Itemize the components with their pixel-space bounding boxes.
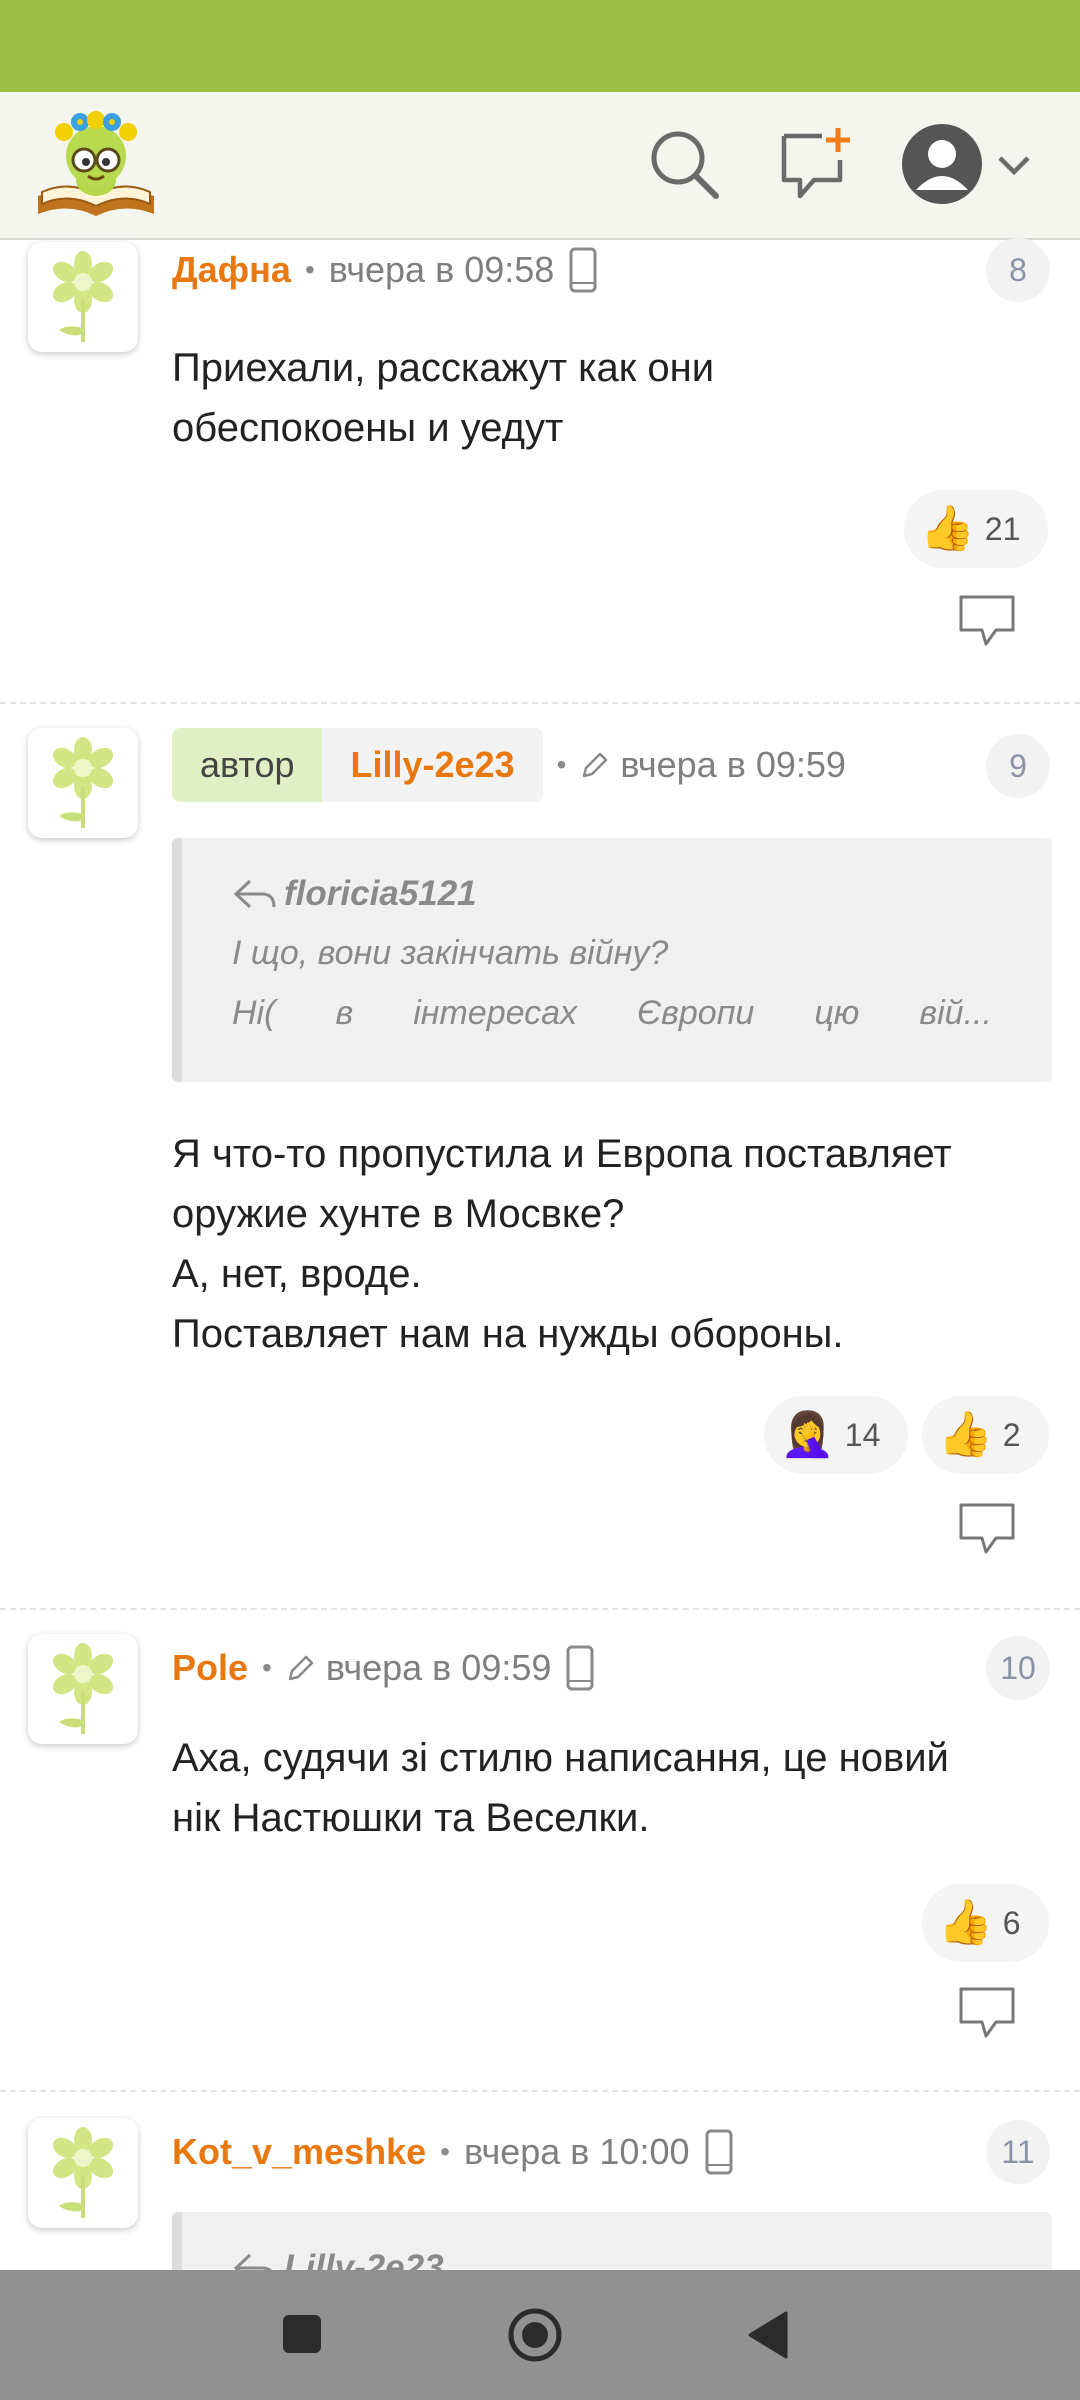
reaction-count: 6	[1002, 1904, 1021, 1941]
comment-meta: Дафна • вчера в 09:58	[172, 244, 598, 296]
reaction-like[interactable]: 👍 2	[922, 1396, 1049, 1474]
reply-arrow-icon	[233, 879, 276, 909]
status-bar	[0, 0, 1080, 92]
comment-time[interactable]: вчера в 09:59	[620, 744, 846, 786]
quote-author-name: floricia5121	[284, 874, 477, 913]
reply-icon[interactable]	[958, 1986, 1016, 2040]
app-header	[0, 92, 1080, 240]
quote-word: інтересах	[413, 994, 578, 1032]
back-icon[interactable]	[746, 2310, 790, 2360]
quote-word: Європи	[637, 994, 755, 1032]
reply-icon[interactable]	[958, 1502, 1016, 1556]
chevron-down-icon[interactable]	[994, 146, 1034, 186]
comment-meta: Pole • вчера в 09:59	[172, 1642, 595, 1694]
mobile-device-icon	[569, 247, 597, 293]
separator-dot: •	[262, 1652, 272, 1683]
search-icon[interactable]	[646, 126, 722, 202]
quote-line: Ні( в інтересах Європи цю вій...	[232, 994, 992, 1033]
edited-pencil-icon	[583, 752, 608, 778]
author-label: автор	[172, 728, 323, 802]
comment-divider	[0, 702, 1080, 704]
reaction-facepalm[interactable]: 🤦‍♀️ 14	[764, 1396, 909, 1474]
comment-time[interactable]: вчера в 09:59	[326, 1647, 552, 1689]
reaction-count: 14	[844, 1416, 881, 1453]
flower-avatar-icon	[52, 2127, 114, 2218]
quote-line: І що, вони закінчать війну?	[232, 934, 669, 972]
new-topic-icon[interactable]	[778, 126, 854, 202]
flower-avatar-icon	[52, 251, 114, 342]
author-name[interactable]: Pole	[172, 1647, 248, 1689]
book-worm-logo[interactable]	[34, 110, 158, 222]
facepalm-icon: 🤦‍♀️	[780, 1410, 835, 1459]
reaction-like[interactable]: 👍 6	[922, 1884, 1049, 1962]
comment-card: автор Lilly-2e23 • вчера в 09:59 9 flori…	[0, 726, 1080, 1606]
system-navigation-bar	[0, 2270, 1080, 2400]
author-name[interactable]: Kot_v_meshke	[172, 2131, 426, 2173]
thumbs-up-icon: 👍	[920, 504, 975, 553]
comment-meta: Kot_v_meshke • вчера в 10:00	[172, 2126, 734, 2178]
reply-arrow-icon	[233, 2253, 272, 2270]
comment-text: Приехали, расскажут как они обеспокоены …	[172, 346, 715, 450]
comment-number[interactable]: 9	[986, 734, 1050, 798]
thumbs-up-icon: 👍	[938, 1410, 993, 1459]
author-name[interactable]: Дафна	[172, 249, 291, 291]
mobile-device-icon	[566, 1645, 594, 1691]
comment-number[interactable]: 8	[986, 238, 1050, 302]
home-icon[interactable]	[507, 2307, 563, 2363]
separator-dot: •	[440, 2136, 450, 2167]
recent-apps-icon[interactable]	[282, 2314, 322, 2354]
comment-number[interactable]: 10	[986, 1636, 1050, 1700]
author-tag: автор Lilly-2e23	[172, 728, 543, 802]
reply-icon[interactable]	[958, 594, 1016, 648]
avatar[interactable]	[28, 2118, 138, 2228]
quote-word: в	[335, 994, 354, 1032]
comment-card: Kot_v_meshke • вчера в 10:00 11 Lilly-2e…	[0, 2116, 1080, 2270]
avatar[interactable]	[28, 1634, 138, 1744]
comment-time[interactable]: вчера в 10:00	[464, 2131, 690, 2173]
comment-divider	[0, 1608, 1080, 1610]
quote-word: вій...	[919, 994, 992, 1032]
reaction-like[interactable]: 👍 21	[904, 490, 1049, 568]
quote-block[interactable]: floricia5121 І що, вони закінчать війну?…	[172, 838, 1052, 1082]
comment-text: Я что-то пропустила и Европа поставляет …	[172, 1132, 952, 1356]
quote-author[interactable]: Lilly-2e23	[232, 2248, 444, 2270]
comment-time[interactable]: вчера в 09:58	[329, 249, 555, 291]
author-name[interactable]: Lilly-2e23	[322, 728, 543, 802]
comment-card: Pole • вчера в 09:59 10 Аха, судячи зі с…	[0, 1632, 1080, 2082]
quote-word: Ні(	[232, 994, 276, 1032]
reaction-count: 21	[984, 510, 1021, 547]
separator-dot: •	[304, 254, 315, 285]
mobile-device-icon	[705, 2129, 732, 2175]
quote-author-name: Lilly-2e23	[284, 2248, 444, 2270]
comment-number[interactable]: 11	[986, 2120, 1050, 2184]
comment-card: Дафна • вчера в 09:58 8 Приехали, расска…	[0, 238, 1080, 700]
quote-word: цю	[814, 994, 860, 1032]
quote-block[interactable]: Lilly-2e23	[172, 2212, 1052, 2270]
reaction-count: 2	[1002, 1416, 1021, 1453]
avatar[interactable]	[28, 242, 138, 352]
comment-divider	[0, 2090, 1080, 2092]
flower-avatar-icon	[52, 1643, 114, 1734]
edited-pencil-icon	[288, 1655, 314, 1681]
quote-author[interactable]: floricia5121	[232, 874, 477, 914]
avatar[interactable]	[28, 728, 138, 838]
comment-text: Аха, судячи зі стилю написання, це новий…	[172, 1736, 949, 1840]
thumbs-up-icon: 👍	[938, 1898, 993, 1947]
comment-meta: автор Lilly-2e23 • вчера в 09:59	[172, 728, 846, 802]
profile-icon[interactable]	[900, 122, 984, 206]
flower-avatar-icon	[52, 737, 114, 828]
separator-dot: •	[556, 749, 567, 780]
